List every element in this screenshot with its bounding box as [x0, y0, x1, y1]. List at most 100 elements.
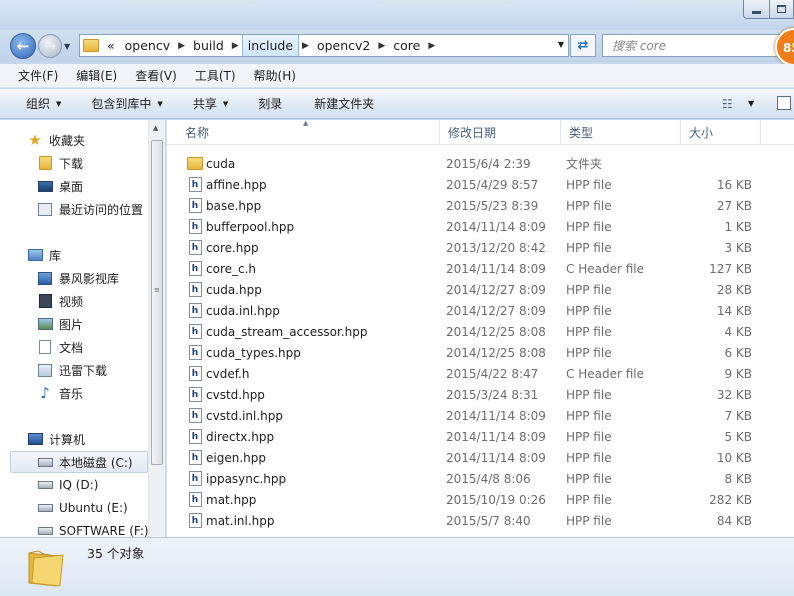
sidebar-item-videos[interactable]: 视频: [37, 290, 83, 312]
table-row[interactable]: h cuda.hpp 2014/12/27 8:09 HPP file 28 KB: [167, 279, 794, 300]
menu-tools[interactable]: 工具(T): [186, 67, 245, 84]
search-input[interactable]: 搜索 core: [602, 34, 794, 57]
recent-pages-dropdown[interactable]: ▼: [64, 42, 70, 51]
file-date-modified: 2014/12/27 8:09: [446, 282, 546, 297]
organize-button[interactable]: 组织 ▼: [18, 95, 69, 112]
column-date-modified[interactable]: 修改日期: [440, 120, 561, 145]
sidebar-libraries[interactable]: 库: [27, 244, 61, 266]
table-row[interactable]: h eigen.hpp 2014/11/14 8:09 HPP file 10 KB: [167, 447, 794, 468]
new-folder-button[interactable]: 新建文件夹: [306, 95, 382, 112]
include-in-library-button[interactable]: 包含到库中 ▼: [83, 95, 170, 112]
file-date-modified: 2013/12/20 8:42: [446, 240, 546, 255]
sidebar-item-documents[interactable]: 文档: [37, 336, 83, 358]
menu-view[interactable]: 查看(V): [126, 67, 186, 84]
sidebar-item-recent-places[interactable]: 最近访问的位置: [37, 198, 143, 220]
forward-button[interactable]: →: [38, 34, 62, 58]
table-row[interactable]: h cvdef.h 2015/4/22 8:47 C Header file 9 KB: [167, 363, 794, 384]
table-row[interactable]: h affine.hpp 2015/4/29 8:57 HPP file 16 KB: [167, 174, 794, 195]
downloads-folder-icon: [37, 155, 53, 171]
minimize-icon: [752, 10, 761, 14]
change-view-icon[interactable]: ☷: [722, 97, 733, 111]
scrollbar-thumb[interactable]: [151, 140, 163, 465]
table-row[interactable]: h core.hpp 2013/12/20 8:42 HPP file 3 KB: [167, 237, 794, 258]
scroll-up-icon[interactable]: ▲: [153, 124, 158, 132]
column-size[interactable]: 大小: [681, 120, 761, 145]
table-row[interactable]: h cuda_types.hpp 2014/12/25 8:08 HPP file 6 …: [167, 342, 794, 363]
sidebar-item-drive-c[interactable]: 本地磁盘 (C:): [10, 451, 148, 473]
sidebar-item-downloads[interactable]: 下载: [37, 152, 83, 174]
burn-button[interactable]: 刻录: [250, 95, 290, 112]
file-date-modified: 2014/11/14 8:09: [446, 219, 546, 234]
table-row[interactable]: h directx.hpp 2014/11/14 8:09 HPP file 5 KB: [167, 426, 794, 447]
item-count: 35 个对象: [87, 546, 145, 561]
folder-icon: [28, 550, 64, 587]
file-type: HPP file: [566, 240, 612, 255]
file-name: mat.hpp: [206, 492, 257, 507]
table-row[interactable]: h bufferpool.hpp 2014/11/14 8:09 HPP file 1 …: [167, 216, 794, 237]
view-options-dropdown[interactable]: ▼: [748, 99, 754, 108]
breadcrumb-include[interactable]: include: [241, 35, 300, 56]
table-row[interactable]: h cuda.inl.hpp 2014/12/27 8:09 HPP file 14 K…: [167, 300, 794, 321]
back-button[interactable]: ←: [10, 33, 36, 59]
sidebar-item-label: 最近访问的位置: [59, 202, 144, 217]
chevron-right-icon[interactable]: ▶: [425, 41, 438, 51]
column-type[interactable]: 类型: [561, 120, 681, 145]
file-name: cuda_types.hpp: [206, 345, 301, 360]
preview-pane-button[interactable]: [777, 96, 791, 110]
table-row[interactable]: h core_c.h 2014/11/14 8:09 C Header file 127…: [167, 258, 794, 279]
menu-edit[interactable]: 编辑(E): [67, 67, 126, 84]
table-row[interactable]: h cuda_stream_accessor.hpp 2014/12/25 8:08…: [167, 321, 794, 342]
chevron-right-icon[interactable]: ▶: [229, 41, 242, 51]
file-size: 4 KB: [724, 324, 752, 339]
header-file-icon: h: [187, 279, 203, 300]
table-row[interactable]: h cvstd.hpp 2015/3/24 8:31 HPP file 32 KB: [167, 384, 794, 405]
header-file-icon: h: [187, 447, 203, 468]
address-bar[interactable]: « opencv ▶ build ▶ include ▶ opencv2 ▶ c…: [79, 34, 569, 57]
refresh-icon: ⇄: [577, 38, 589, 53]
column-name[interactable]: 名称: [177, 120, 440, 145]
breadcrumb-opencv2[interactable]: opencv2: [312, 35, 375, 56]
scrollbar-grip-icon: ≡: [154, 286, 160, 294]
address-dropdown-icon[interactable]: ▼: [558, 40, 564, 49]
sidebar-item-label: 桌面: [59, 179, 84, 194]
chevron-right-icon[interactable]: ▶: [175, 41, 188, 51]
breadcrumb-opencv[interactable]: opencv: [120, 35, 175, 56]
chevron-down-icon: ▼: [222, 99, 229, 108]
navigation-pane-scrollbar[interactable]: ▲ ≡: [148, 120, 165, 537]
chevron-right-icon[interactable]: ▶: [299, 41, 312, 51]
navigation-bar: ← → ▼ « opencv ▶ build ▶ include ▶ openc…: [0, 30, 794, 62]
maximize-button[interactable]: [769, 0, 794, 19]
sidebar-item-baofeng-library[interactable]: 暴风影视库: [37, 267, 119, 289]
file-size: 6 KB: [724, 345, 752, 360]
file-date-modified: 2015/4/22 8:47: [446, 366, 539, 381]
sidebar-item-xunlei-downloads[interactable]: 迅雷下载: [37, 359, 107, 381]
table-row[interactable]: cuda 2015/6/4 2:39 文件夹: [167, 153, 794, 174]
sidebar-item-music[interactable]: ♪ 音乐: [37, 382, 83, 404]
menu-file[interactable]: 文件(F): [9, 67, 67, 84]
breadcrumb-build[interactable]: build: [188, 35, 229, 56]
sidebar-favorites[interactable]: ★ 收藏夹: [27, 129, 85, 151]
sidebar-item-drive-e[interactable]: Ubuntu (E:): [37, 497, 128, 519]
table-row[interactable]: h base.hpp 2015/5/23 8:39 HPP file 27 KB: [167, 195, 794, 216]
header-file-icon: h: [187, 174, 203, 195]
refresh-button[interactable]: ⇄: [570, 34, 596, 57]
sidebar-item-drive-d[interactable]: IQ (D:): [37, 474, 98, 496]
breadcrumb-core[interactable]: core: [388, 35, 425, 56]
table-row[interactable]: h cvstd.inl.hpp 2014/11/14 8:09 HPP file 7 K…: [167, 405, 794, 426]
file-size: 10 KB: [716, 450, 752, 465]
breadcrumb-overflow[interactable]: «: [102, 35, 120, 56]
share-button[interactable]: 共享 ▼: [185, 95, 236, 112]
table-row[interactable]: h mat.inl.hpp 2015/5/7 8:40 HPP file 84 KB: [167, 510, 794, 531]
sidebar-item-label: 文档: [59, 340, 84, 355]
table-row[interactable]: h ippasync.hpp 2015/4/8 8:06 HPP file 8 KB: [167, 468, 794, 489]
sidebar-item-drive-f[interactable]: SOFTWARE (F:): [37, 520, 148, 537]
menu-help[interactable]: 帮助(H): [245, 67, 305, 84]
sidebar-item-pictures[interactable]: 图片: [37, 313, 83, 335]
table-row[interactable]: h mat.hpp 2015/10/19 0:26 HPP file 282 KB: [167, 489, 794, 510]
sidebar-item-desktop[interactable]: 桌面: [37, 175, 83, 197]
file-type: HPP file: [566, 471, 612, 486]
minimize-button[interactable]: [743, 0, 770, 19]
sidebar-computer[interactable]: 计算机: [27, 428, 85, 450]
file-date-modified: 2014/12/25 8:08: [446, 345, 546, 360]
chevron-right-icon[interactable]: ▶: [375, 41, 388, 51]
